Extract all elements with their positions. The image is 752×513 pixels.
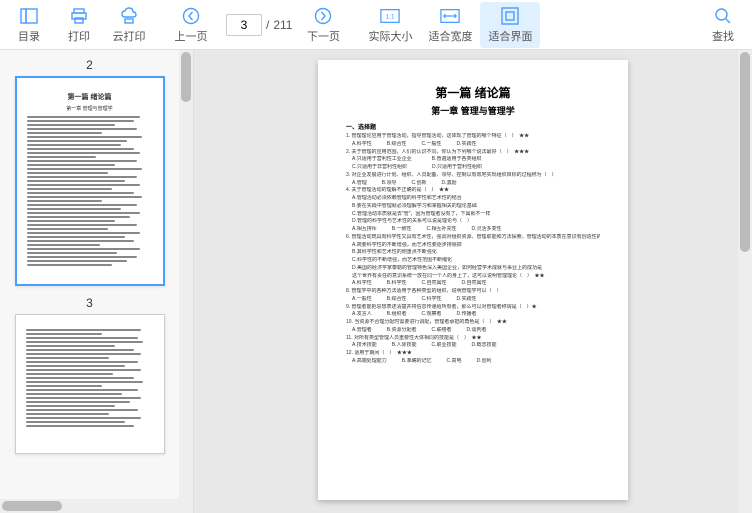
catalog-button[interactable]: 目录 [4, 2, 54, 48]
question-line: 8. 管理学中的各种方法适用于各种类型的组织，说明管理学可以（ ） [346, 288, 600, 296]
chevron-left-icon [181, 6, 201, 26]
catalog-label: 目录 [18, 28, 40, 44]
thumbnail-sidebar: 2 第一篇 绪论篇 第一章 管理与管理学 3 [0, 50, 194, 513]
options-line: A.管理活动必须依赖管理的科学性和艺术性的结合 [346, 195, 600, 203]
question-line: 6. 管理活动既具有科学性又具有艺术性，强调对组织资源、管理职能和方法探索，管理… [346, 234, 600, 242]
sidebar-horizontal-scrollbar[interactable] [0, 499, 179, 513]
options-line: A.管理 B.领导 C.创新 D.激励 [346, 180, 600, 188]
question-line: 3. 对企业发展进行计划、组织、人员配备、领导、控制以有效地实现组织目标的过程称… [346, 172, 600, 180]
question-line: 10. 当资源不合理分配时需要进行调配，管理者承担的角色是（ ） ★★ [346, 319, 600, 327]
question-line: 12. 适用于期间（ ） ★★★ [346, 350, 600, 358]
fit-width-button[interactable]: 适合宽度 [420, 2, 480, 48]
fit-width-icon [440, 6, 460, 26]
thumb-title: 第一篇 绪论篇 [27, 92, 153, 102]
svg-text:1:1: 1:1 [386, 13, 395, 20]
fit-page-label: 适合界面 [488, 28, 532, 44]
thumbnail-page-number: 2 [86, 58, 93, 72]
search-icon [713, 6, 733, 26]
toolbar: 目录 打印 云打印 上一页 / 211 下一页 1:1 实际大小 [0, 0, 752, 50]
scrollbar-thumb[interactable] [740, 52, 750, 252]
scrollbar-corner [179, 499, 193, 513]
options-line: B.要在实践中管理就必须理解学习和掌握相关的理论基础 [346, 203, 600, 211]
scrollbar-thumb[interactable] [181, 52, 191, 102]
options-line: A.管理者 B.资源分配者 C.联络者 D.谈判者 [346, 327, 600, 335]
cloud-print-label: 云打印 [113, 28, 146, 44]
find-button[interactable]: 查找 [698, 2, 748, 48]
actual-size-label: 实际大小 [368, 28, 412, 44]
page-section: 一、选择题 [346, 122, 600, 131]
options-line: B.其科学性和艺术性的侧重点不断强化 [346, 249, 600, 257]
fit-page-button[interactable]: 适合界面 [480, 2, 540, 48]
options-line: A.技术技能 B.人际技能 C.职业技能 D.概念技能 [346, 342, 600, 350]
thumb-subtitle: 第一章 管理与管理学 [27, 105, 153, 112]
options-line: C.科学性的不断增强，而艺术性范围不断缩化 [346, 257, 600, 265]
options-line: A.只适用于营利性工业企业 B.普遍适用于各类组织 [346, 156, 600, 164]
options-line: D.管理的科学性与艺术性的关系可以说是理论与（ ） [346, 218, 600, 226]
print-label: 打印 [68, 28, 90, 44]
thumbnail-page-2[interactable]: 第一篇 绪论篇 第一章 管理与管理学 [15, 76, 165, 286]
options-line: A.科学性 B.科学性 C.自然属性 D.自然属性 [346, 280, 600, 288]
fit-page-icon [500, 6, 520, 26]
thumbnail-list: 2 第一篇 绪论篇 第一章 管理与管理学 3 [0, 50, 179, 499]
options-line: A.简要科学性的不断增强，而艺术性要逐步排除掉 [346, 242, 600, 250]
options-line: C.管理活动本质就是去"管"，因为管理者没有了，下属就不一样 [346, 211, 600, 219]
next-page-button[interactable]: 下一页 [298, 2, 348, 48]
document-page: 第一篇 绪论篇 第一章 管理与管理学 一、选择题 1. 管理理论应用于管理活动，… [318, 60, 628, 500]
options-line: A.发言人 B.组织者 C.观察者 D.传播者 [346, 311, 600, 319]
thumbnail-page-number: 3 [86, 296, 93, 310]
prev-page-button[interactable]: 上一页 [166, 2, 216, 48]
fit-width-label: 适合宽度 [428, 28, 472, 44]
question-line: 2. 关于管理的应用范围，人们的认识不同，你认为下列哪个说法最好（ ） ★★★ [346, 149, 600, 157]
page-total: 211 [273, 18, 292, 32]
page-input[interactable] [226, 14, 262, 36]
page-sep: / [266, 18, 269, 32]
find-label: 查找 [712, 28, 734, 44]
question-line: 1. 管理理论应用于管理活动，指导管理活动，这体现了管理的哪个特征（ ） ★★ [346, 133, 600, 141]
sidebar-vertical-scrollbar[interactable] [179, 50, 193, 499]
cloud-print-icon [119, 6, 139, 26]
thumbnail-item: 2 第一篇 绪论篇 第一章 管理与管理学 [0, 58, 179, 286]
document-viewport: 第一篇 绪论篇 第一章 管理与管理学 一、选择题 1. 管理理论应用于管理活动，… [194, 50, 752, 513]
page-chapter: 第一章 管理与管理学 [346, 104, 600, 117]
question-line: 4. 关于管理活动的理解不正确的是（ ） ★★ [346, 187, 600, 195]
options-line: 这个世界有责任的意识系统一放在同一个人的身上了，这可以说明管理理论（ ） ★★ [346, 273, 600, 281]
print-button[interactable]: 打印 [54, 2, 104, 48]
page-title: 第一篇 绪论篇 [346, 84, 600, 101]
prev-page-label: 上一页 [175, 28, 208, 44]
actual-size-icon: 1:1 [380, 6, 400, 26]
options-line: A.相互排斥 B.一致性 C.相互补充性 D.灵活多变性 [346, 226, 600, 234]
options-line: A.高端处理能力 B.准确的记忆 C.高电 D.创利 [346, 358, 600, 366]
options-line: C.只适用于非营利性组织 D.只适用于营利性组织 [346, 164, 600, 172]
page-navigator: / 211 [222, 14, 292, 36]
question-line: 11. 对所有类型管理人员重要性大体相同的技能是（ ） ★★ [346, 335, 600, 343]
thumbnail-item: 3 [0, 296, 179, 454]
main-vertical-scrollbar[interactable] [738, 50, 752, 513]
thumbnail-page-3[interactable] [15, 314, 165, 454]
chevron-right-icon [313, 6, 333, 26]
options-line: D.美国的经济学家泰勒的管理特色深入美国企业，如何经营学术成就与事业上的成功是 [346, 265, 600, 273]
scrollbar-thumb[interactable] [2, 501, 62, 511]
catalog-icon [19, 6, 39, 26]
question-line: 9. 管理者能把思想表述清楚并将信息传递给所有者，那么可以对管理者称谓是（ ）★ [346, 304, 600, 312]
options-line: A.科学性 B.综合性 C.一般性 D.实践性 [346, 141, 600, 149]
next-page-label: 下一页 [307, 28, 340, 44]
actual-size-button[interactable]: 1:1 实际大小 [360, 2, 420, 48]
body-area: 2 第一篇 绪论篇 第一章 管理与管理学 3 第一篇 绪论篇 第一章 管理与管理… [0, 50, 752, 513]
cloud-print-button[interactable]: 云打印 [104, 2, 154, 48]
print-icon [69, 6, 89, 26]
options-line: A.一般性 B.综合性 C.科学性 D.实践性 [346, 296, 600, 304]
